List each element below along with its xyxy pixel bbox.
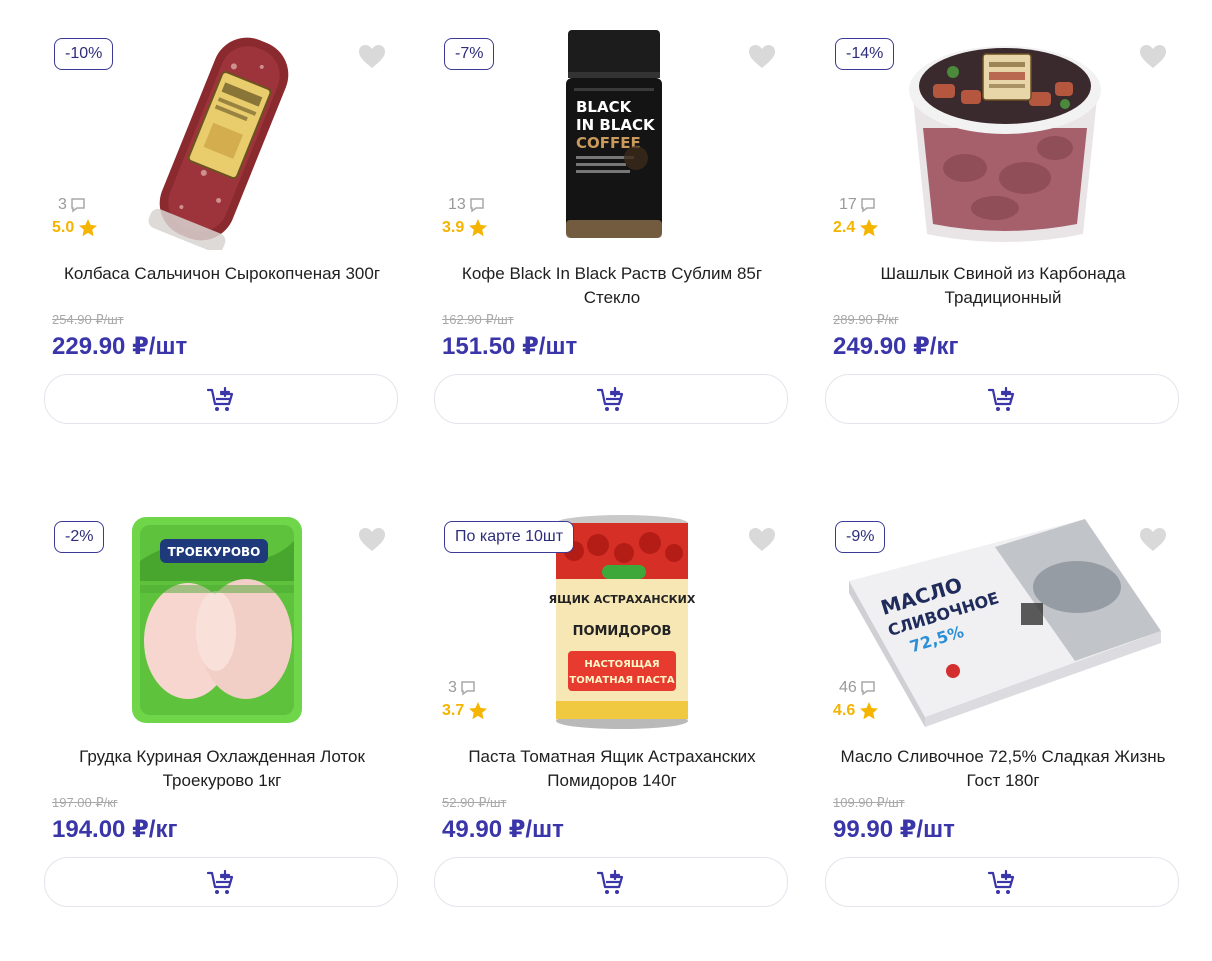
tomato-can-label-line1: ЯЩИК АСТРАХАНСКИХ	[549, 593, 696, 606]
comment-icon	[470, 198, 484, 213]
old-price: 162.90 ₽/шт	[442, 312, 514, 327]
add-to-cart-icon	[206, 386, 234, 411]
discount-badge: -7%	[444, 38, 495, 70]
rating: 3.7	[442, 701, 488, 721]
product-name[interactable]: Колбаса Сальчичон Сырокопченая 300г	[44, 262, 400, 286]
old-price: 52.90 ₽/шт	[442, 795, 507, 810]
add-to-cart-icon	[206, 869, 234, 894]
product-card[interactable]: -14% 17 2.4 Шашлык Свиной из Карбонада Т…	[825, 38, 1181, 478]
add-to-cart-button[interactable]	[825, 857, 1179, 907]
comment-icon	[71, 198, 85, 213]
price: 49.90 ₽/шт	[442, 816, 564, 843]
price: 229.90 ₽/шт	[52, 333, 188, 360]
heart-icon[interactable]	[748, 44, 776, 70]
add-to-cart-icon	[987, 869, 1015, 894]
add-to-cart-icon	[987, 386, 1015, 411]
heart-icon[interactable]	[748, 527, 776, 553]
product-name[interactable]: Паста Томатная Ящик Астраханских Помидор…	[434, 745, 790, 793]
reviews-count: 17	[839, 196, 876, 214]
product-image-chicken-tray[interactable]: ТРОЕКУРОВО	[124, 511, 324, 733]
add-to-cart-button[interactable]	[44, 374, 398, 424]
old-price: 109.90 ₽/шт	[833, 795, 905, 810]
coffee-jar-label-line1: BLACK	[576, 98, 633, 116]
old-price: 254.90 ₽/шт	[52, 312, 124, 327]
old-price: 197.00 ₽/кг	[52, 795, 118, 810]
loyalty-badge: По карте 10шт	[444, 521, 575, 553]
tomato-can-label-line2: ПОМИДОРОВ	[573, 624, 672, 639]
old-price: 289.90 ₽/кг	[833, 312, 899, 327]
star-icon	[860, 702, 879, 720]
heart-icon[interactable]	[358, 527, 386, 553]
product-name[interactable]: Грудка Куриная Охлажденная Лоток Троекур…	[44, 745, 400, 793]
rating: 5.0	[52, 218, 98, 238]
price: 151.50 ₽/шт	[442, 333, 578, 360]
price: 249.90 ₽/кг	[833, 333, 959, 360]
discount-badge: -2%	[54, 521, 105, 553]
product-image-sausage[interactable]	[124, 28, 324, 250]
heart-icon[interactable]	[1139, 527, 1167, 553]
add-to-cart-button[interactable]	[825, 374, 1179, 424]
comment-icon	[461, 681, 475, 696]
product-name[interactable]: Масло Сливочное 72,5% Сладкая Жизнь Гост…	[825, 745, 1181, 793]
discount-badge: -10%	[54, 38, 114, 70]
add-to-cart-button[interactable]	[434, 374, 788, 424]
product-card[interactable]: -7% BLACK IN BLACK COFFEE 13 3.9 Кофе Bl…	[434, 30, 790, 478]
product-name[interactable]: Шашлык Свиной из Карбонада Традиционный	[825, 262, 1181, 310]
star-icon	[469, 219, 488, 237]
discount-badge: -14%	[835, 38, 895, 70]
comment-icon	[861, 681, 875, 696]
price: 194.00 ₽/кг	[52, 816, 178, 843]
chicken-tray-brand: ТРОЕКУРОВО	[168, 545, 261, 559]
rating: 4.6	[833, 701, 879, 721]
rating: 2.4	[833, 218, 879, 238]
add-to-cart-icon	[596, 386, 624, 411]
tomato-can-label-line4: ТОМАТНАЯ ПАСТА	[569, 675, 674, 686]
add-to-cart-button[interactable]	[434, 857, 788, 907]
coffee-jar-label-line2: IN BLACK	[576, 116, 656, 134]
heart-icon[interactable]	[358, 44, 386, 70]
rating: 3.9	[442, 218, 488, 238]
reviews-count: 3	[448, 679, 476, 697]
reviews-count: 46	[839, 679, 876, 697]
heart-icon[interactable]	[1139, 44, 1167, 70]
product-card[interactable]: -10% 3 5.0 Колбаса Сальчичон Сырокопчена…	[44, 37, 400, 478]
discount-badge: -9%	[835, 521, 886, 553]
comment-icon	[861, 198, 875, 213]
product-card[interactable]: -2% ТРОЕКУРОВО Грудка Куриная Охлажденна…	[44, 517, 400, 961]
star-icon	[469, 702, 488, 720]
star-icon	[860, 219, 879, 237]
reviews-count: 13	[448, 196, 485, 214]
product-card[interactable]: -9% МАСЛО СЛИВОЧНОЕ 72,5% 46 4.6 Масло С…	[825, 519, 1181, 961]
price: 99.90 ₽/шт	[833, 816, 955, 843]
tomato-can-label-line3: НАСТОЯЩАЯ	[584, 659, 659, 670]
product-image-butter-pack[interactable]: МАСЛО СЛИВОЧНОЕ 72,5%	[845, 511, 1165, 733]
product-name[interactable]: Кофе Black In Black Раств Сублим 85г Сте…	[434, 262, 790, 310]
add-to-cart-button[interactable]	[44, 857, 398, 907]
product-image-coffee-jar[interactable]: BLACK IN BLACK COFFEE	[514, 28, 714, 250]
product-card[interactable]: По карте 10шт ЯЩИК АСТРАХАНСКИХ ПОМИДОРО…	[434, 515, 790, 961]
reviews-count: 3	[58, 196, 86, 214]
star-icon	[79, 219, 98, 237]
add-to-cart-icon	[596, 869, 624, 894]
product-image-shashlik-bucket[interactable]	[905, 28, 1105, 250]
